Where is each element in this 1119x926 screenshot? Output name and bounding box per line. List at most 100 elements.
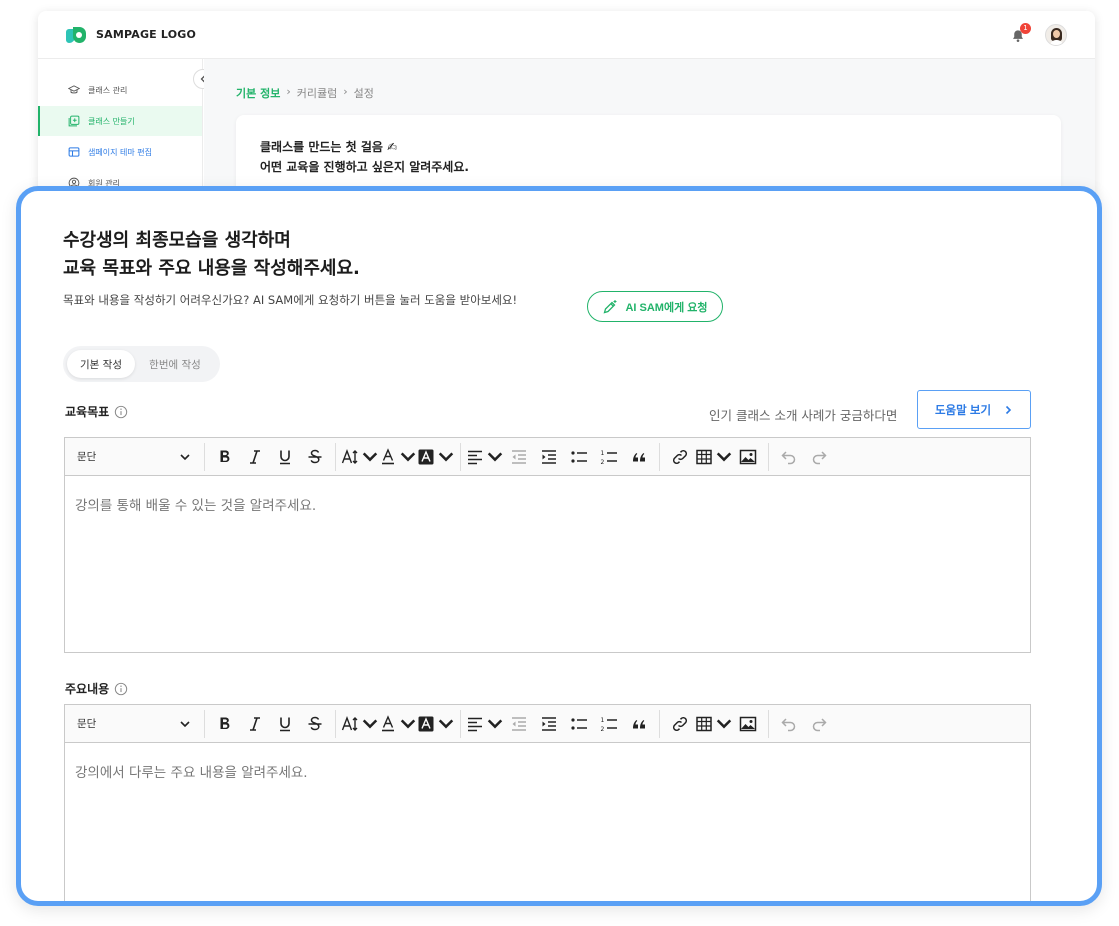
background-color-icon	[418, 449, 434, 464]
undo-icon	[781, 717, 796, 731]
table-button[interactable]	[695, 443, 733, 471]
font-color-icon	[382, 714, 394, 731]
intro-line-1: 클래스를 만드는 첫 걸음 ✍	[260, 140, 398, 154]
breadcrumb-curriculum[interactable]: 커리큘럼	[297, 85, 337, 101]
bullet-list-button[interactable]	[564, 710, 594, 738]
breadcrumb: 기본 정보 › 커리큘럼 › 설정	[236, 85, 374, 101]
content-editor-toolbar: 문단 12	[65, 705, 1030, 743]
bold-button[interactable]	[210, 710, 240, 738]
intro-line-2: 어떤 교육을 진행하고 싶은지 알려주세요.	[260, 160, 469, 174]
block-style-select[interactable]: 문단	[71, 449, 199, 464]
ai-sam-request-button[interactable]: AI SAM에게 요청	[587, 291, 723, 322]
table-icon	[696, 716, 712, 731]
tab-write-at-once[interactable]: 한번에 작성	[135, 350, 215, 378]
notification-bell-icon[interactable]: 1	[1011, 22, 1031, 42]
block-style-select[interactable]: 문단	[71, 716, 199, 731]
outdent-button[interactable]	[504, 443, 534, 471]
table-button[interactable]	[695, 710, 733, 738]
indent-button[interactable]	[534, 710, 564, 738]
breadcrumb-settings[interactable]: 설정	[354, 85, 374, 101]
goal-editor: 문단 12 강의를 통해 배울 수 있는 것을 알려주세요.	[64, 437, 1031, 653]
font-size-icon	[341, 715, 358, 731]
font-size-button[interactable]	[341, 710, 379, 738]
help-view-button[interactable]: 도움말 보기	[917, 390, 1031, 429]
block-style-value: 문단	[77, 451, 97, 463]
strikethrough-button[interactable]	[300, 710, 330, 738]
breadcrumb-basic-info[interactable]: 기본 정보	[236, 85, 280, 101]
panel-title-line-2: 교육 목표와 주요 내용을 작성해주세요.	[63, 258, 360, 279]
background-color-button[interactable]	[417, 710, 455, 738]
goal-content-panel: 수강생의 최종모습을 생각하며 교육 목표와 주요 내용을 작성해주세요. 목표…	[16, 186, 1102, 906]
add-square-icon	[68, 115, 80, 127]
italic-button[interactable]	[240, 710, 270, 738]
breadcrumb-separator: ›	[286, 85, 291, 98]
underline-button[interactable]	[270, 443, 300, 471]
sidebar-item-create-class[interactable]: 클래스 만들기	[38, 106, 202, 136]
svg-text:1: 1	[601, 450, 605, 457]
align-left-icon	[468, 717, 482, 731]
outdent-icon	[512, 716, 526, 731]
sidebar-item-theme-edit[interactable]: 샘페이지 테마 편집	[38, 137, 202, 167]
panel-title-line-1: 수강생의 최종모습을 생각하며	[63, 230, 291, 251]
redo-button[interactable]	[804, 443, 834, 471]
magic-pencil-icon	[604, 299, 617, 313]
info-icon[interactable]	[114, 405, 128, 419]
quote-icon	[633, 452, 645, 461]
blockquote-button[interactable]	[624, 443, 654, 471]
goal-editor-toolbar: 문단 12	[65, 438, 1030, 476]
bullet-list-icon	[571, 450, 587, 463]
logo[interactable]: SAMPAGE LOGO	[66, 25, 196, 45]
chevron-right-icon	[1005, 405, 1012, 414]
link-icon	[672, 449, 688, 464]
indent-button[interactable]	[534, 443, 564, 471]
italic-button[interactable]	[240, 443, 270, 471]
align-button[interactable]	[466, 443, 504, 471]
info-icon[interactable]	[114, 682, 128, 696]
goal-text-area[interactable]: 강의를 통해 배울 수 있는 것을 알려주세요.	[65, 476, 1030, 532]
link-button[interactable]	[665, 443, 695, 471]
numbered-list-icon: 12	[601, 450, 617, 466]
outdent-button[interactable]	[504, 710, 534, 738]
ai-sam-request-label: AI SAM에게 요청	[625, 301, 708, 314]
font-color-button[interactable]	[379, 443, 417, 471]
blockquote-button[interactable]	[624, 710, 654, 738]
graduation-cap-icon	[68, 85, 80, 94]
chevron-down-icon	[487, 719, 503, 728]
layout-icon	[68, 147, 80, 157]
write-mode-toggle: 기본 작성 한번에 작성	[63, 346, 220, 382]
font-color-button[interactable]	[379, 710, 417, 738]
underline-button[interactable]	[270, 710, 300, 738]
redo-button[interactable]	[804, 710, 834, 738]
font-color-icon	[382, 447, 394, 464]
chevron-down-icon	[716, 719, 732, 728]
align-button[interactable]	[466, 710, 504, 738]
numbered-list-button[interactable]: 12	[594, 443, 624, 471]
background-color-icon	[418, 716, 434, 731]
image-button[interactable]	[733, 710, 763, 738]
chevron-down-icon	[438, 719, 454, 728]
numbered-list-button[interactable]: 12	[594, 710, 624, 738]
align-left-icon	[468, 450, 482, 464]
bold-button[interactable]	[210, 443, 240, 471]
quote-icon	[633, 719, 645, 728]
font-size-button[interactable]	[341, 443, 379, 471]
link-button[interactable]	[665, 710, 695, 738]
sidebar-item-class-manage[interactable]: 클래스 관리	[38, 75, 202, 105]
table-icon	[696, 449, 712, 464]
top-bar: SAMPAGE LOGO 1	[38, 11, 1095, 59]
block-style-value: 문단	[77, 718, 97, 730]
background-color-button[interactable]	[417, 443, 455, 471]
panel-description: 목표와 내용을 작성하기 어려우신가요? AI SAM에게 요청하기 버튼을 눌…	[63, 293, 518, 307]
avatar[interactable]	[1045, 23, 1067, 46]
image-button[interactable]	[733, 443, 763, 471]
chevron-down-icon	[362, 452, 378, 461]
tab-basic-write[interactable]: 기본 작성	[67, 350, 135, 378]
undo-button[interactable]	[774, 710, 804, 738]
popular-class-hint: 인기 클래스 소개 사례가 궁금하다면	[709, 408, 898, 423]
strikethrough-button[interactable]	[300, 443, 330, 471]
bullet-list-button[interactable]	[564, 443, 594, 471]
notification-badge: 1	[1020, 22, 1031, 34]
content-text-area[interactable]: 강의에서 다루는 주요 내용을 알려주세요.	[65, 743, 1030, 799]
strikethrough-icon	[308, 449, 322, 463]
undo-button[interactable]	[774, 443, 804, 471]
